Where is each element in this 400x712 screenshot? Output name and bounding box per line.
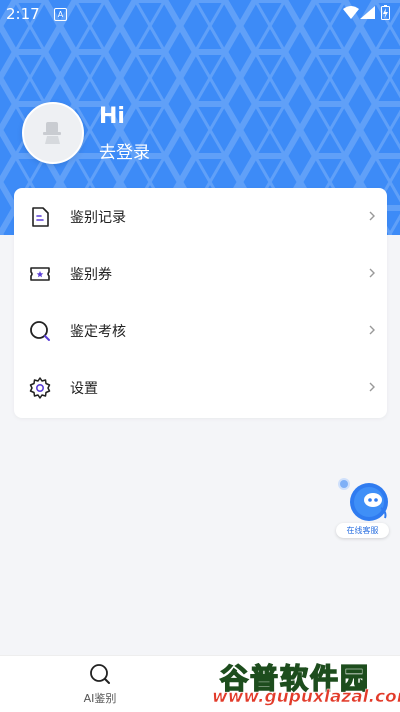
default-avatar-icon bbox=[43, 122, 61, 144]
search-icon bbox=[90, 664, 110, 684]
customer-service-label: 在线客服 bbox=[336, 523, 389, 538]
greeting-text: Hi bbox=[99, 104, 125, 129]
menu-item-label: 鉴别记录 bbox=[70, 210, 126, 226]
status-time: 2:17 bbox=[6, 5, 40, 23]
battery-charging-icon bbox=[381, 5, 390, 20]
online-customer-service-button[interactable]: 在线客服 bbox=[335, 476, 395, 541]
document-icon bbox=[32, 207, 49, 227]
ticket-icon bbox=[30, 267, 50, 281]
menu-item-identification-records[interactable]: 鉴别记录 bbox=[14, 188, 387, 245]
menu-item-label: 鉴定考核 bbox=[70, 324, 126, 340]
menu-item-settings[interactable]: 设置 bbox=[14, 359, 387, 416]
watermark: 谷普软件园 www.gupuxlazal.com bbox=[210, 655, 400, 711]
chevron-right-icon bbox=[369, 382, 375, 392]
avatar[interactable] bbox=[22, 102, 84, 164]
menu-item-label: 鉴别券 bbox=[70, 267, 112, 283]
watermark-url: www.gupuxlazal.com bbox=[212, 687, 400, 708]
login-link[interactable]: 去登录 bbox=[99, 138, 150, 163]
menu-item-identification-voucher[interactable]: 鉴别券 bbox=[14, 245, 387, 302]
customer-service-mascot-icon bbox=[338, 478, 388, 521]
chevron-right-icon bbox=[369, 211, 375, 221]
wifi-icon bbox=[343, 6, 359, 19]
gear-icon bbox=[29, 377, 51, 399]
chevron-right-icon bbox=[369, 268, 375, 278]
menu-item-label: 设置 bbox=[70, 381, 98, 397]
tab-label: AI鉴别 bbox=[83, 692, 117, 705]
search-icon bbox=[30, 321, 50, 341]
menu-card: 鉴别记录 鉴别券 鉴定考核 设置 bbox=[14, 188, 387, 418]
chevron-right-icon bbox=[369, 325, 375, 335]
notification-icon: A bbox=[54, 8, 67, 21]
signal-icon bbox=[360, 6, 375, 19]
tab-ai-identification[interactable]: AI鉴别 bbox=[70, 662, 130, 708]
menu-item-appraisal-exam[interactable]: 鉴定考核 bbox=[14, 302, 387, 359]
status-bar: 2:17 A bbox=[0, 0, 400, 28]
